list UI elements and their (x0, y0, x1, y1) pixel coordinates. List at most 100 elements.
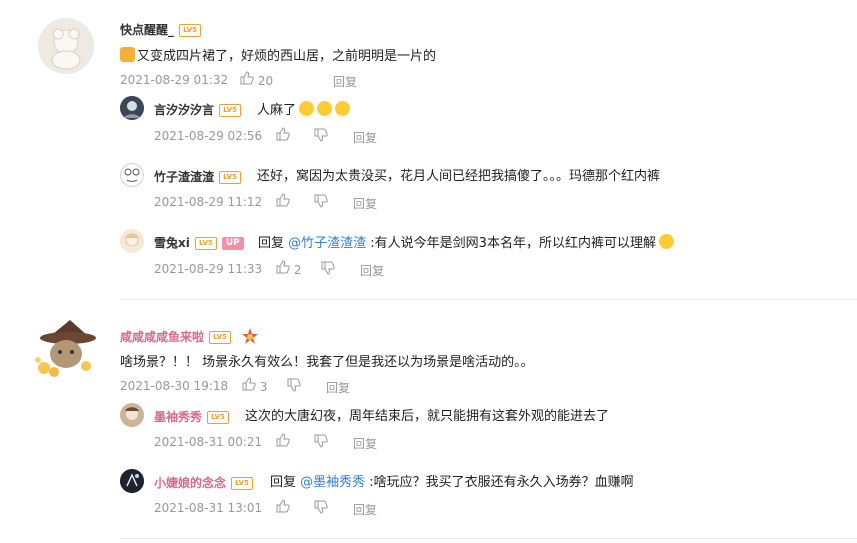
avatar[interactable] (120, 163, 144, 187)
comment-time: 2021-08-29 01:32 (120, 73, 229, 87)
level-badge: LV5 (209, 331, 232, 344)
thumbs-up-icon (276, 499, 290, 513)
reply-text-content: 人麻了 (257, 103, 297, 118)
thumbs-up-icon (276, 433, 290, 447)
username-text[interactable]: 墨袖秀秀 (154, 410, 202, 424)
reply-button[interactable]: 回复 (353, 435, 377, 452)
username[interactable]: 咸咸咸咸鱼来啦 LV5 (120, 327, 259, 348)
username[interactable]: 言汐汐汐言 LV5 (154, 101, 242, 118)
thumbs-down-icon (314, 500, 328, 514)
dislike-button[interactable] (314, 128, 328, 145)
thumbs-up-icon (276, 127, 290, 141)
reply-time: 2021-08-29 02:56 (154, 129, 263, 143)
reply-text: 回复 @竹子渣渣渣 :有人说今年是剑网3本名年，所以红内裤可以理解 (258, 232, 674, 251)
username-text[interactable]: 雪兔xi (154, 236, 190, 250)
username-text[interactable]: 竹子渣渣渣 (154, 170, 214, 184)
username[interactable]: 竹子渣渣渣 LV5 (154, 168, 242, 185)
comment-text: 啥场景？！！ 场景永久有效么！我套了但是我还以为场景是啥活动的。。 (120, 355, 534, 370)
medal-icon (241, 327, 259, 348)
reply-button[interactable]: 回复 (360, 262, 384, 279)
like-count: 3 (259, 380, 268, 394)
reply-text-content: :有人说今年是剑网3本名年，所以红内裤可以理解 (366, 236, 656, 251)
reply-button[interactable]: 回复 (353, 501, 377, 518)
reply-button[interactable]: 回复 (326, 379, 350, 396)
mention-link[interactable]: @竹子渣渣渣 (288, 236, 366, 251)
avatar[interactable] (120, 96, 144, 120)
thumbs-down-icon (314, 128, 328, 142)
reply-time: 2021-08-31 00:21 (154, 435, 263, 449)
username[interactable]: 雪兔xi LV5 UP (154, 234, 244, 251)
avatar-image-icon (120, 163, 144, 187)
dislike-button[interactable] (287, 378, 301, 395)
level-badge: LV5 (207, 411, 230, 424)
avatar-image-icon (120, 96, 144, 120)
crying-emoji-icon (317, 101, 333, 116)
reply-text: 这次的大唐幻夜，周年结束后，就只能拥有这套外观的能进去了 (245, 409, 610, 424)
dislike-button[interactable] (314, 500, 328, 517)
avatar[interactable] (120, 229, 144, 253)
level-badge: LV5 (194, 237, 217, 250)
reply-text: 回复 @墨袖秀秀 :啥玩应？我买了衣服还有永久入场券？血赚啊 (270, 471, 634, 490)
username-text[interactable]: 快点醒醒_ (120, 23, 174, 37)
reply-button[interactable]: 回复 (353, 195, 377, 212)
up-badge: UP (221, 237, 244, 250)
avatar[interactable] (120, 403, 144, 427)
crying-emoji-icon (335, 101, 351, 116)
reply-time: 2021-08-29 11:12 (154, 195, 263, 209)
level-badge: LV5 (219, 171, 242, 184)
reply-time: 2021-08-29 11:33 (154, 262, 263, 276)
reply-text: 还好，窝因为太贵没买，花月人间已经把我搞傻了。。。玛德那个红内裤 (257, 169, 661, 184)
reply-text: 人麻了 (257, 99, 351, 118)
like-count: 2 (293, 263, 302, 277)
avatar[interactable] (30, 316, 100, 380)
avatar-image-icon (120, 403, 144, 427)
avatar-image-icon (35, 320, 96, 377)
comment-time: 2021-08-30 19:18 (120, 379, 229, 393)
reply-button[interactable]: 回复 (333, 73, 357, 90)
level-badge: LV5 (219, 104, 242, 117)
like-button[interactable]: 2 (276, 260, 301, 277)
avatar-image-icon (120, 229, 144, 253)
comment-text: 又变成四片裙了，好烦的西山居，之前明明是一片的 (120, 45, 436, 64)
level-badge: LV5 (179, 24, 202, 37)
like-button[interactable] (276, 433, 290, 450)
thumbs-up-icon (276, 260, 290, 274)
like-button[interactable]: 3 (242, 377, 267, 394)
avatar-image-icon (120, 469, 144, 493)
dislike-button[interactable] (321, 261, 335, 278)
level-badge: LV5 (231, 477, 254, 490)
emoji-icon (120, 47, 135, 62)
like-button[interactable]: 20 (240, 71, 273, 88)
reply-button[interactable]: 回复 (353, 129, 377, 146)
divider (120, 538, 857, 539)
like-button[interactable] (276, 193, 290, 210)
divider (120, 299, 857, 300)
comment-text-content: 又变成四片裙了，好烦的西山居，之前明明是一片的 (137, 49, 437, 64)
mention-link[interactable]: @墨袖秀秀 (300, 475, 365, 490)
avatar-image-icon (38, 18, 94, 74)
yummy-emoji-icon (658, 234, 674, 249)
thumbs-down-icon (314, 194, 328, 208)
like-count: 20 (257, 74, 274, 88)
thumbs-up-icon (276, 193, 290, 207)
crying-emoji-icon (299, 101, 315, 116)
thumbs-down-icon (287, 378, 301, 392)
dislike-button[interactable] (314, 434, 328, 451)
reply-prefix: 回复 (258, 236, 289, 251)
username-text[interactable]: 小婕娘的念念 (154, 476, 226, 490)
username[interactable]: 墨袖秀秀 LV5 (154, 408, 230, 425)
username-text[interactable]: 咸咸咸咸鱼来啦 (120, 330, 204, 344)
like-button[interactable] (276, 499, 290, 516)
dislike-button[interactable] (314, 194, 328, 211)
reply-time: 2021-08-31 13:01 (154, 501, 263, 515)
username[interactable]: 小婕娘的念念 LV5 (154, 474, 254, 491)
avatar[interactable] (38, 18, 94, 74)
username[interactable]: 快点醒醒_ LV5 (120, 21, 202, 38)
avatar[interactable] (120, 469, 144, 493)
username-text[interactable]: 言汐汐汐言 (154, 103, 214, 117)
thumbs-down-icon (321, 261, 335, 275)
like-button[interactable] (276, 127, 290, 144)
thumbs-up-icon (242, 377, 256, 391)
reply-text-content: :啥玩应？我买了衣服还有永久入场券？血赚啊 (365, 475, 634, 490)
reply-prefix: 回复 (270, 475, 301, 490)
